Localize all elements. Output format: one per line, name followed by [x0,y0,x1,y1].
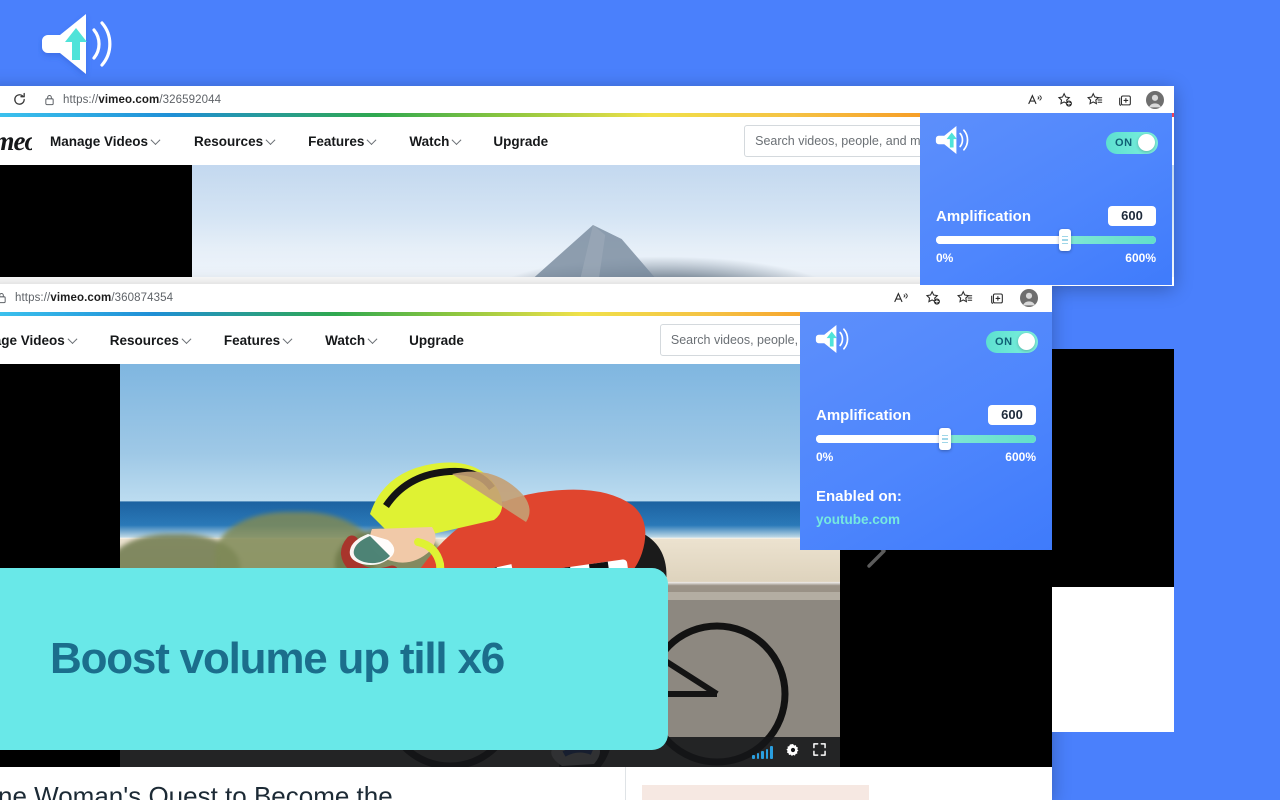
search-placeholder: Search videos, people, and more [755,134,939,148]
chevron-down-icon [150,134,161,145]
amplification-row-back: Amplification 600 [936,206,1156,226]
nav-resources-back[interactable]: Resources [194,133,276,149]
browser-actions-front [888,287,1052,309]
chevron-down-icon [367,333,378,344]
slider-max-back: 600% [1125,251,1156,265]
nav-manage-videos-front[interactable]: anage Videos [0,332,78,348]
nav-label: Features [308,133,365,149]
amplification-label-back: Amplification [936,207,1032,225]
page-blank-right [1052,587,1174,732]
fullscreen-icon[interactable] [813,743,826,761]
nav-upgrade-front[interactable]: Upgrade [409,333,464,348]
chevron-down-icon [181,333,192,344]
nav-label: anage Videos [0,332,65,348]
amplification-value-front[interactable]: 600 [988,405,1036,425]
nav-label: Upgrade [409,332,464,348]
chevron-down-icon [366,134,377,145]
chevron-down-icon [282,333,293,344]
read-aloud-icon[interactable] [1022,89,1048,111]
slider-min-front: 0% [816,450,834,464]
address-bar-back[interactable]: https://vimeo.com/326592044 [38,89,1022,110]
slider-max-front: 600% [1005,450,1036,464]
address-bar-front[interactable]: https://vimeo.com/360874354 [0,287,888,309]
slider-thumb-back[interactable] [1059,229,1072,251]
amplification-row-front: Amplification 600 [816,405,1036,425]
amplification-slider-back[interactable] [936,229,1156,251]
favorites-icon[interactable] [952,287,978,309]
address-text-front: https://vimeo.com/360874354 [15,292,174,304]
slider-range-back: 0% 600% [936,251,1156,265]
sidebar-thumbnail[interactable] [642,785,869,800]
nav-label: Upgrade [493,133,549,149]
screenshot-stage: https://vimeo.com/326592044 e Manage Vid… [0,0,1280,800]
power-toggle-front[interactable]: ON [986,330,1038,353]
promo-banner: Boost volume up till x6 [0,568,668,750]
favorites-icon[interactable] [1082,89,1108,111]
slider-range-front: 0% 600% [816,450,1036,464]
nav-resources-front[interactable]: Resources [109,332,192,348]
toggle-knob-front [1018,333,1035,350]
browser-actions-back [1022,89,1174,111]
popup-header-front: ON [800,312,1052,361]
settings-gear-icon[interactable] [786,743,800,762]
vimeo-logo-back[interactable]: vimeo [0,126,32,157]
nav-upgrade-back[interactable]: Upgrade [493,134,548,149]
popup-header-back: ON [920,113,1172,162]
slider-min-back: 0% [936,251,954,265]
collections-icon[interactable] [1112,89,1138,111]
browser-toolbar-front: https://vimeo.com/360874354 [0,284,1052,312]
nav-label: Features [223,332,281,348]
slider-thumb-front[interactable] [939,428,952,450]
nav-label: Manage Videos [50,133,149,149]
browser-toolbar-back: https://vimeo.com/326592044 [0,86,1174,113]
brand-speaker-icon [38,8,128,80]
lock-icon [0,292,7,304]
read-aloud-icon[interactable] [888,287,914,309]
enabled-on-site-front[interactable]: youtube.com [816,512,1036,527]
nav-features-back[interactable]: Features [308,133,377,149]
toggle-knob-back [1138,134,1155,151]
nav-manage-videos-back[interactable]: Manage Videos [50,133,161,149]
power-toggle-back[interactable]: ON [1106,131,1158,154]
extension-popup-front: ON Amplification 600 0% 600% Enabled on:… [800,312,1052,550]
volume-bars-icon[interactable] [752,745,773,759]
popup-speaker-icon-front [814,322,856,361]
slider-fill-back [936,236,1156,244]
nav-label: Resources [194,133,264,149]
add-favorite-icon[interactable] [920,287,946,309]
amplification-slider-front[interactable] [816,428,1036,450]
promo-headline: Boost volume up till x6 [50,634,505,683]
chevron-down-icon [451,134,462,145]
nav-label: Watch [409,133,450,149]
nav-label: Resources [109,332,179,348]
collections-icon[interactable] [984,287,1010,309]
lock-icon [44,94,55,106]
reload-icon[interactable] [6,89,32,111]
content-divider [625,767,626,800]
video-letterbox-left-back [0,165,192,277]
nav-label: Watch [325,332,366,348]
nav-features-front[interactable]: Features [223,332,293,348]
add-favorite-icon[interactable] [1052,89,1078,111]
amplification-label-front: Amplification [816,406,912,424]
page-heading-front: ne Woman's Quest to Become the [0,781,393,800]
enabled-on-title-front: Enabled on: [816,488,902,505]
popup-speaker-icon-back [934,123,976,162]
extension-popup-back: ON Amplification 600 0% 600% Enabled on: [920,113,1172,285]
toggle-label-back: ON [1115,136,1133,149]
address-text-back: https://vimeo.com/326592044 [63,93,222,106]
toggle-label-front: ON [995,335,1013,348]
popup-body-back: Amplification 600 0% 600% Enabled on: [920,206,1172,285]
nav-watch-front[interactable]: Watch [325,332,378,348]
video-letterbox-far-right [1052,349,1174,587]
profile-avatar[interactable] [1142,89,1168,111]
nav-watch-back[interactable]: Watch [409,133,462,149]
page-content-front: ne Woman's Quest to Become the [0,767,1052,800]
slider-fill-front [816,435,1036,443]
popup-body-front: Amplification 600 0% 600% Enabled on: yo… [800,405,1052,527]
chevron-down-icon [67,333,78,344]
chevron-down-icon [265,134,276,145]
amplification-value-back[interactable]: 600 [1108,206,1156,226]
profile-avatar[interactable] [1016,287,1042,309]
